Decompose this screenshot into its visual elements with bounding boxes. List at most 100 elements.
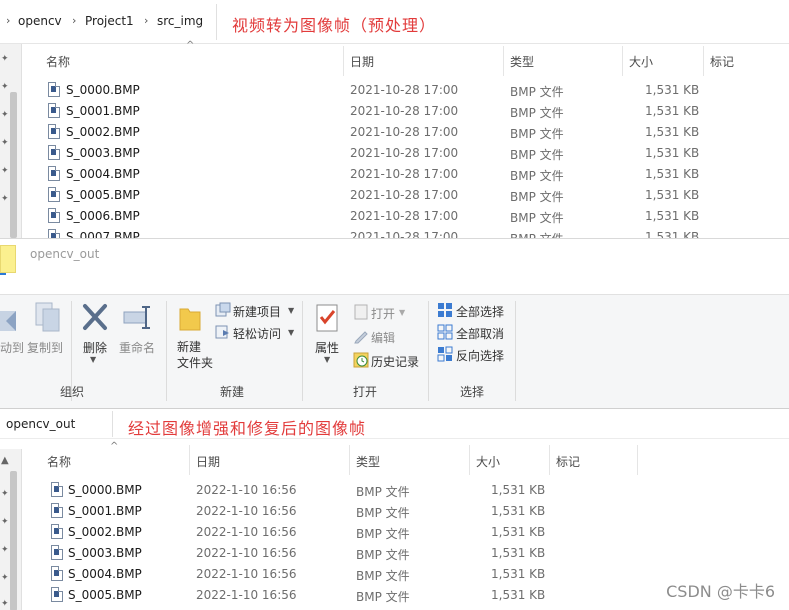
column-size[interactable]: 大小: [629, 53, 653, 70]
column-name[interactable]: 名称: [47, 453, 71, 470]
bmp-file-icon: [48, 82, 60, 97]
select-none-button[interactable]: 全部取消: [456, 325, 504, 342]
properties-icon[interactable]: [315, 303, 339, 333]
file-row[interactable]: S_0005.BMP 2021-10-28 17:00 BMP 文件 1,531…: [40, 185, 720, 206]
history-button[interactable]: 历史记录: [371, 353, 419, 370]
file-type: BMP 文件: [510, 211, 564, 225]
file-name: S_0005.BMP: [68, 588, 142, 602]
column-divider[interactable]: [469, 445, 470, 475]
bmp-file-icon: [48, 103, 60, 118]
delete-icon[interactable]: [82, 303, 108, 331]
file-row[interactable]: S_0005.BMP 2022-1-10 16:56 BMP 文件 1,531 …: [42, 585, 562, 606]
file-size: 1,531 KB: [491, 483, 546, 497]
column-divider[interactable]: [549, 445, 550, 475]
file-row[interactable]: S_0004.BMP 2022-1-10 16:56 BMP 文件 1,531 …: [42, 564, 562, 585]
scrollbar-thumb[interactable]: [10, 471, 17, 610]
column-date[interactable]: 日期: [350, 53, 374, 70]
file-type: BMP 文件: [356, 569, 410, 583]
dropdown-arrow-icon[interactable]: ▼: [399, 308, 405, 317]
file-type: BMP 文件: [356, 590, 410, 604]
column-divider[interactable]: [503, 46, 504, 76]
file-date: 2022-1-10 16:56: [196, 525, 297, 539]
file-row[interactable]: S_0000.BMP 2021-10-28 17:00 BMP 文件 1,531…: [40, 80, 720, 101]
scroll-up-icon[interactable]: ▲: [1, 455, 9, 466]
bottom-explorer-window: opencv_out 经过图像增强和修复后的图像帧 ▲ ✦ ✦ ✦ ✦ ✦ ^ …: [0, 408, 789, 610]
bmp-file-icon: [48, 166, 60, 181]
file-size: 1,531 KB: [491, 525, 546, 539]
move-to-button[interactable]: 动到: [0, 339, 24, 356]
column-tag[interactable]: 标记: [710, 53, 734, 70]
column-divider[interactable]: [189, 445, 190, 475]
file-date: 2021-10-28 17:00: [350, 188, 459, 202]
move-to-icon[interactable]: [0, 303, 22, 333]
breadcrumb-opencv-out[interactable]: opencv_out: [6, 417, 75, 431]
file-row[interactable]: S_0003.BMP 2021-10-28 17:00 BMP 文件 1,531…: [40, 143, 720, 164]
column-tag[interactable]: 标记: [556, 453, 580, 470]
bmp-file-icon: [51, 503, 63, 518]
scrollbar-thumb[interactable]: [10, 92, 17, 238]
pin-icon: ✦: [1, 545, 9, 555]
file-name: S_0000.BMP: [68, 483, 142, 497]
file-size: 1,531 KB: [491, 567, 546, 581]
file-row[interactable]: S_0004.BMP 2021-10-28 17:00 BMP 文件 1,531…: [40, 164, 720, 185]
breadcrumb-src-img[interactable]: src_img: [157, 14, 203, 28]
file-name: S_0004.BMP: [68, 567, 142, 581]
rename-button[interactable]: 重命名: [119, 339, 155, 356]
column-divider[interactable]: [349, 445, 350, 475]
dropdown-arrow-icon[interactable]: ▼: [288, 306, 294, 315]
column-size[interactable]: 大小: [476, 453, 500, 470]
address-bar[interactable]: › opencv › Project1 › src_img 视频转为图像帧（预处…: [0, 0, 789, 44]
properties-button[interactable]: 属性: [315, 339, 339, 356]
column-divider[interactable]: [343, 46, 344, 76]
breadcrumb-project1[interactable]: Project1: [85, 14, 134, 28]
column-divider[interactable]: [622, 46, 623, 76]
delete-button[interactable]: 删除: [83, 339, 107, 356]
column-divider[interactable]: [703, 46, 704, 76]
file-row[interactable]: S_0001.BMP 2021-10-28 17:00 BMP 文件 1,531…: [40, 101, 720, 122]
bmp-file-icon: [51, 587, 63, 602]
file-type: BMP 文件: [356, 548, 410, 562]
file-row[interactable]: S_0002.BMP 2021-10-28 17:00 BMP 文件 1,531…: [40, 122, 720, 143]
copy-to-icon[interactable]: [34, 301, 62, 333]
file-date: 2021-10-28 17:00: [350, 209, 459, 223]
new-item-button[interactable]: 新建项目: [233, 303, 281, 320]
rename-icon[interactable]: [122, 303, 152, 331]
file-row[interactable]: S_0007.BMP 2021-10-28 17:00 BMP 文件 1,531…: [40, 227, 720, 238]
easy-access-button[interactable]: 轻松访问: [233, 325, 281, 342]
group-label-organize: 组织: [60, 385, 85, 399]
dropdown-arrow-icon[interactable]: ▼: [324, 355, 330, 364]
file-name: S_0001.BMP: [66, 104, 140, 118]
file-size: 1,531 KB: [645, 230, 700, 238]
dropdown-arrow-icon[interactable]: ▼: [288, 328, 294, 337]
file-row[interactable]: S_0006.BMP 2021-10-28 17:00 BMP 文件 1,531…: [40, 206, 720, 227]
file-row[interactable]: S_0000.BMP 2022-1-10 16:56 BMP 文件 1,531 …: [42, 480, 562, 501]
dropdown-arrow-icon[interactable]: ▼: [90, 355, 96, 364]
new-folder-button[interactable]: 新建 文件夹: [177, 339, 213, 371]
column-date[interactable]: 日期: [196, 453, 220, 470]
file-name: S_0004.BMP: [66, 167, 140, 181]
address-bar[interactable]: opencv_out 经过图像增强和修复后的图像帧: [0, 409, 789, 439]
edit-button[interactable]: 编辑: [371, 329, 395, 346]
file-row[interactable]: S_0002.BMP 2022-1-10 16:56 BMP 文件 1,531 …: [42, 522, 562, 543]
file-size: 1,531 KB: [491, 504, 546, 518]
file-date: 2022-1-10 16:56: [196, 546, 297, 560]
copy-to-button[interactable]: 复制到: [27, 339, 63, 356]
file-row[interactable]: S_0003.BMP 2022-1-10 16:56 BMP 文件 1,531 …: [42, 543, 562, 564]
open-button[interactable]: 打开: [371, 305, 395, 322]
file-date: 2022-1-10 16:56: [196, 483, 297, 497]
bmp-file-icon: [51, 566, 63, 581]
sort-ascending-icon: ^: [110, 441, 119, 452]
open-icon: [353, 304, 369, 320]
select-all-button[interactable]: 全部选择: [456, 303, 504, 320]
invert-selection-button[interactable]: 反向选择: [456, 347, 504, 364]
breadcrumb-opencv[interactable]: opencv: [18, 14, 62, 28]
bmp-file-icon: [51, 482, 63, 497]
divider: [302, 301, 303, 401]
folder-tab[interactable]: [0, 245, 16, 273]
column-name[interactable]: 名称: [46, 53, 70, 70]
new-folder-icon[interactable]: [177, 303, 203, 333]
column-type[interactable]: 类型: [510, 53, 534, 70]
column-divider[interactable]: [637, 445, 638, 475]
column-type[interactable]: 类型: [356, 453, 380, 470]
file-row[interactable]: S_0001.BMP 2022-1-10 16:56 BMP 文件 1,531 …: [42, 501, 562, 522]
